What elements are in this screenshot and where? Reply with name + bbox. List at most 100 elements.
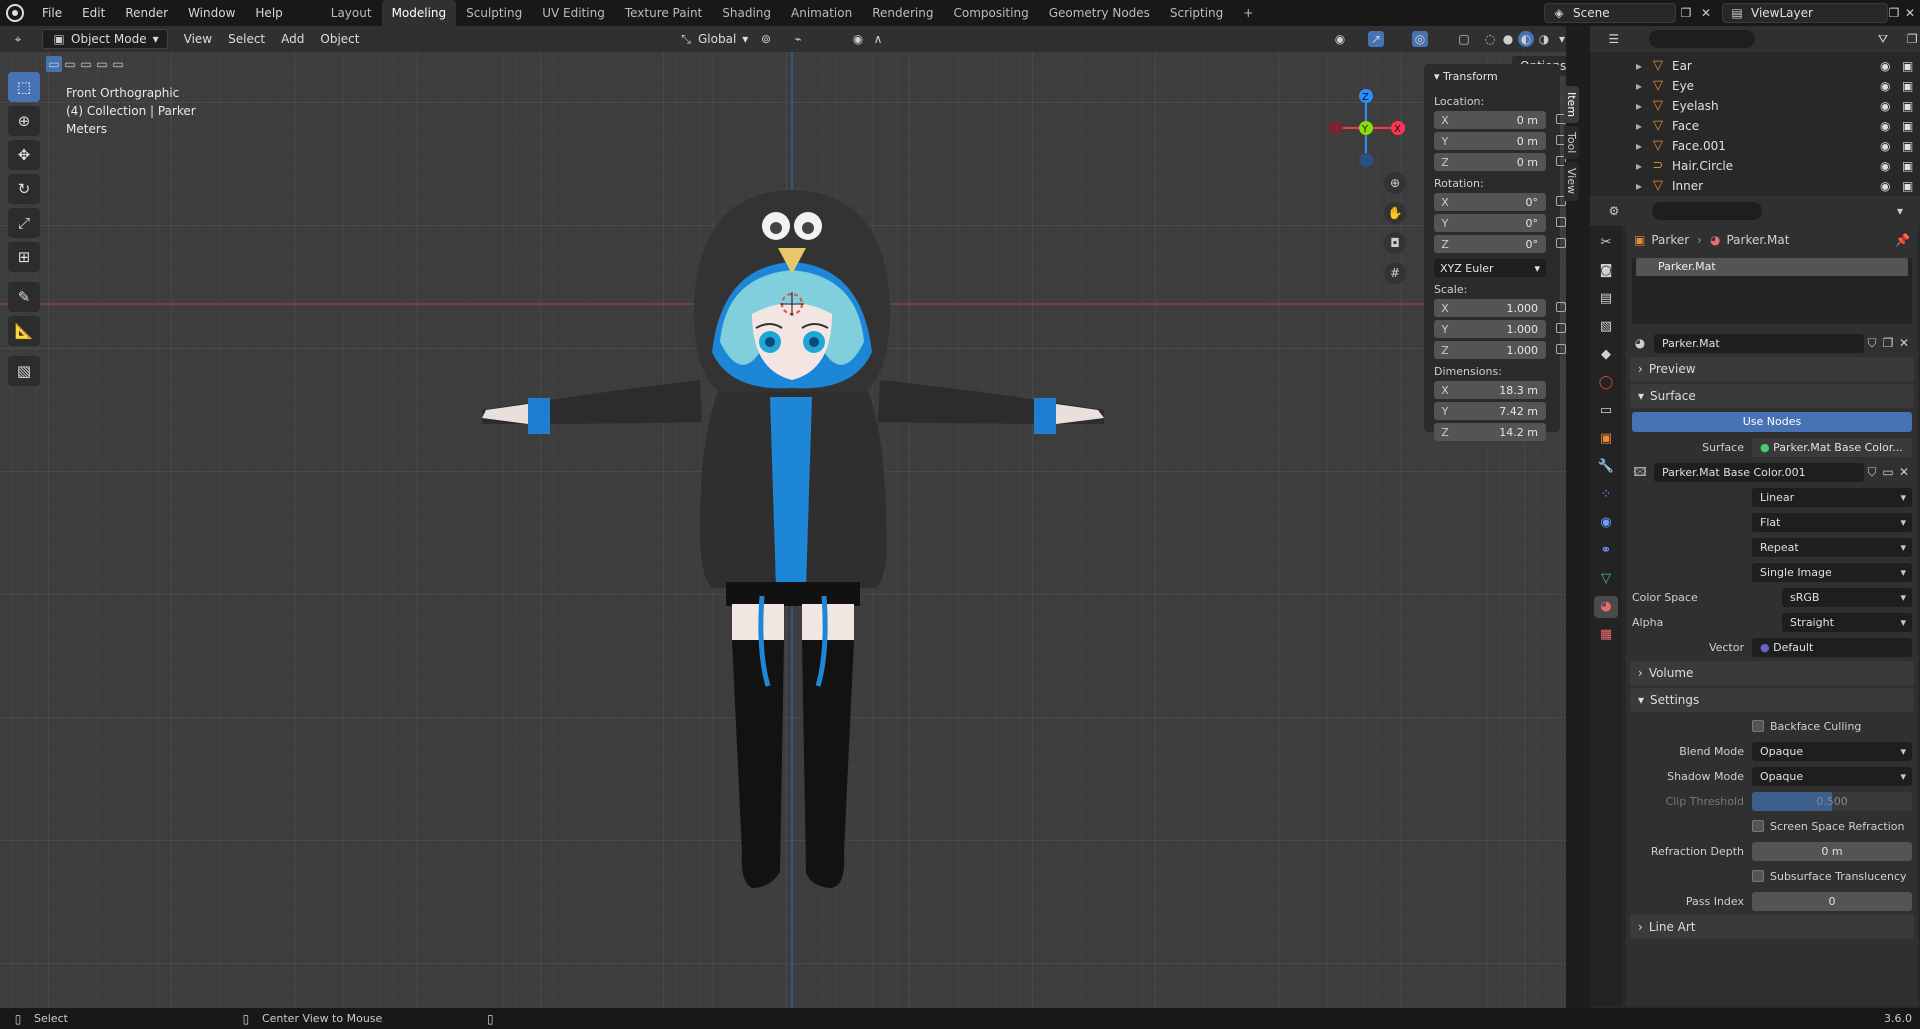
rotation-mode-dropdown[interactable]: XYZ Euler ▾	[1434, 259, 1546, 277]
tab-animation[interactable]: Animation	[781, 0, 862, 26]
view-layer-selector[interactable]: ▤ ViewLayer	[1722, 3, 1888, 23]
collection-tab-icon[interactable]: ▭	[1594, 400, 1618, 422]
open-image-icon[interactable]: ▭	[1880, 464, 1896, 480]
preview-section[interactable]: › Preview	[1630, 357, 1914, 381]
menu-window[interactable]: Window	[178, 0, 245, 26]
wireframe-shading-icon[interactable]: ◌	[1482, 31, 1498, 47]
lock-icon[interactable]	[1556, 344, 1566, 354]
snap-icon[interactable]: ⌁	[790, 31, 806, 47]
line-art-section[interactable]: › Line Art	[1630, 915, 1914, 939]
projection-dropdown[interactable]: Flat	[1752, 512, 1912, 532]
select-box-tool-icon[interactable]: ⬚	[8, 72, 40, 102]
expand-icon[interactable]: ▸	[1636, 139, 1650, 153]
material-shading-icon[interactable]: ◐	[1518, 31, 1534, 47]
outliner-item-face[interactable]: ▸ ▽ Face ◉ ▣	[1636, 116, 1920, 136]
measure-tool-icon[interactable]: 📐	[8, 316, 40, 346]
refraction-depth-field[interactable]: 0 m	[1752, 841, 1912, 861]
select-intersect-icon[interactable]: ▭	[110, 56, 126, 72]
filter-icon[interactable]: ⛛	[1875, 31, 1890, 47]
expand-icon[interactable]: ▸	[1636, 59, 1650, 73]
outliner-search-input[interactable]	[1649, 30, 1756, 48]
expand-icon[interactable]: ▸	[1636, 159, 1650, 173]
tab-sculpting[interactable]: Sculpting	[456, 0, 532, 26]
location-z-field[interactable]: Z 0 m	[1434, 153, 1566, 171]
sss-checkbox[interactable]	[1752, 870, 1764, 882]
settings-section[interactable]: ▾ Settings	[1630, 688, 1914, 712]
eye-icon[interactable]: ◉	[1880, 179, 1890, 193]
scale-tool-icon[interactable]: ⤢	[8, 208, 40, 238]
camera-icon[interactable]: ▣	[1902, 159, 1913, 173]
menu-object[interactable]: Object	[312, 29, 367, 49]
expand-icon[interactable]: ▸	[1636, 119, 1650, 133]
extension-dropdown[interactable]: Repeat	[1752, 537, 1912, 557]
rotate-tool-icon[interactable]: ↻	[8, 174, 40, 204]
expand-icon[interactable]: ▸	[1636, 79, 1650, 93]
delete-view-layer-icon[interactable]: ✕	[1902, 5, 1918, 21]
volume-section[interactable]: › Volume	[1630, 661, 1914, 685]
select-extend-icon[interactable]: ▭	[62, 56, 78, 72]
rendered-shading-icon[interactable]: ◑	[1536, 31, 1552, 47]
unlink-material-icon[interactable]: ✕	[1896, 335, 1912, 351]
clip-threshold-slider[interactable]: 0.500	[1752, 791, 1912, 811]
tab-view[interactable]: View	[1564, 162, 1579, 201]
tab-modeling[interactable]: Modeling	[381, 0, 457, 26]
rotation-z-field[interactable]: Z 0°	[1434, 235, 1566, 253]
duplicate-material-icon[interactable]: ❐	[1880, 335, 1896, 351]
gizmo-toggle-icon[interactable]: ↗	[1368, 31, 1384, 47]
modifier-tab-icon[interactable]: 🔧	[1594, 456, 1618, 478]
properties-editor-icon[interactable]: ⚙	[1606, 203, 1622, 219]
alpha-dropdown[interactable]: Straight	[1782, 612, 1912, 632]
rotation-y-field[interactable]: Y 0°	[1434, 214, 1566, 232]
source-dropdown[interactable]: Single Image	[1752, 562, 1912, 582]
falloff-icon[interactable]: ∧	[870, 31, 886, 47]
location-y-field[interactable]: Y 0 m	[1434, 132, 1566, 150]
expand-icon[interactable]: ▸	[1636, 99, 1650, 113]
lock-icon[interactable]	[1556, 217, 1566, 227]
tab-shading[interactable]: Shading	[712, 0, 781, 26]
outliner-item-inner[interactable]: ▸ ▽ Inner ◉ ▣	[1636, 176, 1920, 196]
shading-options-icon[interactable]: ▾	[1554, 31, 1570, 47]
tab-scripting[interactable]: Scripting	[1160, 0, 1233, 26]
physics-tab-icon[interactable]: ◉	[1594, 512, 1618, 534]
unlink-image-icon[interactable]: ✕	[1896, 464, 1912, 480]
dimensions-z-field[interactable]: Z 14.2 m	[1434, 423, 1546, 441]
tab-geometry-nodes[interactable]: Geometry Nodes	[1039, 0, 1160, 26]
zoom-icon[interactable]: ⊕	[1384, 172, 1406, 194]
eye-icon[interactable]: ◉	[1880, 159, 1890, 173]
surface-section[interactable]: ▾ Surface	[1630, 384, 1914, 408]
tab-item[interactable]: Item	[1564, 86, 1579, 124]
material-browse-icon[interactable]: ◕	[1632, 335, 1648, 351]
mode-dropdown[interactable]: ▣ Object Mode ▾	[42, 29, 168, 49]
tab-layout[interactable]: Layout	[321, 0, 382, 26]
pivot-icon[interactable]: ⊚	[758, 31, 774, 47]
eye-icon[interactable]: ◉	[1880, 99, 1890, 113]
location-x-field[interactable]: X 0 m	[1434, 111, 1566, 129]
eye-icon[interactable]: ◉	[1880, 139, 1890, 153]
camera-icon[interactable]: ▣	[1902, 139, 1913, 153]
menu-edit[interactable]: Edit	[72, 0, 115, 26]
lock-icon[interactable]	[1556, 302, 1566, 312]
annotate-tool-icon[interactable]: ✎	[8, 282, 40, 312]
constraints-tab-icon[interactable]: ⚭	[1594, 540, 1618, 562]
select-new-icon[interactable]: ▭	[46, 56, 62, 72]
scene-tab-icon[interactable]: ◆	[1594, 344, 1618, 366]
ssr-checkbox[interactable]	[1752, 820, 1764, 832]
camera-icon[interactable]: ▣	[1902, 79, 1913, 93]
outliner-item-hair-circle[interactable]: ▸ ⊃ Hair.Circle ◉ ▣	[1636, 156, 1920, 176]
tab-texture-paint[interactable]: Texture Paint	[615, 0, 712, 26]
menu-help[interactable]: Help	[245, 0, 292, 26]
outliner-item-eyelash[interactable]: ▸ ▽ Eyelash ◉ ▣	[1636, 96, 1920, 116]
select-subtract-icon[interactable]: ▭	[78, 56, 94, 72]
interpolation-dropdown[interactable]: Linear	[1752, 487, 1912, 507]
transform-tool-icon[interactable]: ⊞	[8, 242, 40, 272]
image-name-field[interactable]: Parker.Mat Base Color.001	[1654, 462, 1864, 482]
ortho-grid-icon[interactable]: #	[1384, 262, 1406, 284]
output-tab-icon[interactable]: ▤	[1594, 288, 1618, 310]
material-name-field[interactable]: Parker.Mat	[1654, 333, 1864, 353]
visibility-icon[interactable]: ◉	[1332, 31, 1348, 47]
tab-compositing[interactable]: Compositing	[943, 0, 1038, 26]
use-nodes-button[interactable]: Use Nodes	[1632, 412, 1912, 432]
fake-user-icon[interactable]: ⛉	[1864, 335, 1880, 351]
scale-x-field[interactable]: X 1.000	[1434, 299, 1566, 317]
pan-hand-icon[interactable]: ✋	[1384, 202, 1406, 224]
